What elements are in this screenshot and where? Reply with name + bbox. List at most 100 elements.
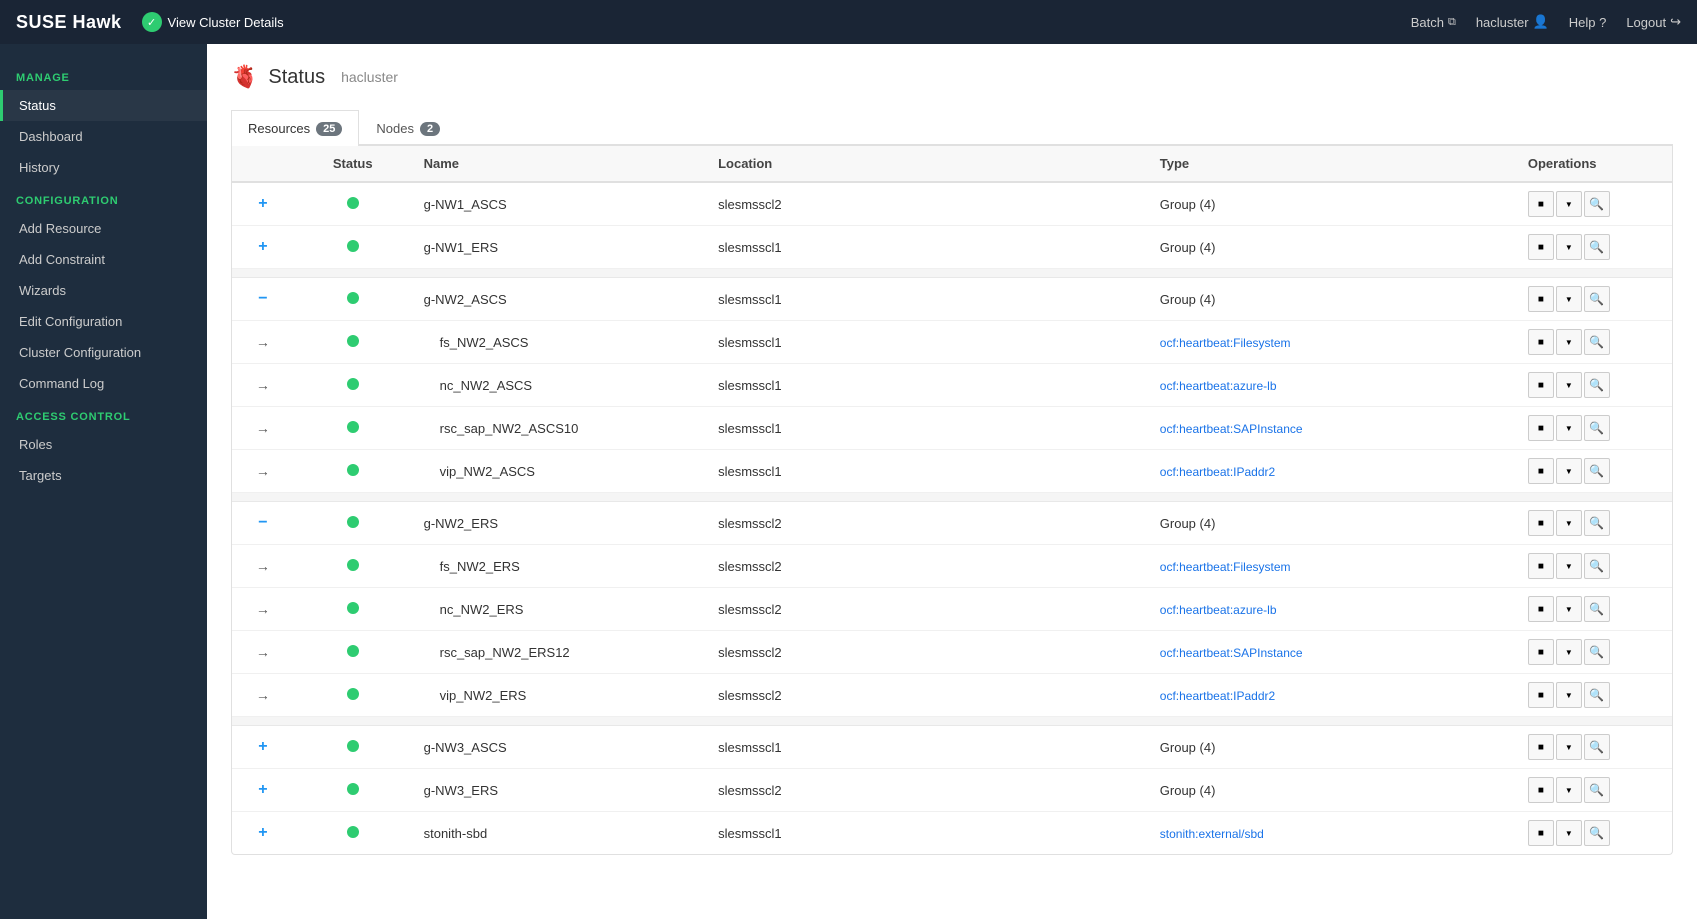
type-link[interactable]: ocf:heartbeat:SAPInstance xyxy=(1160,422,1303,436)
dropdown-button[interactable]: ▼ xyxy=(1556,777,1582,803)
row-type-cell[interactable]: ocf:heartbeat:SAPInstance xyxy=(1148,631,1516,674)
view-cluster-details[interactable]: ✓ View Cluster Details xyxy=(142,12,284,32)
batch-button[interactable]: Batch ⧉ xyxy=(1411,15,1456,30)
expand-btn-arrow[interactable]: → xyxy=(254,687,272,703)
dropdown-button[interactable]: ▼ xyxy=(1556,682,1582,708)
row-expand-cell[interactable]: + xyxy=(232,182,294,226)
detail-button[interactable]: 🔍 xyxy=(1584,682,1610,708)
tab-nodes[interactable]: Nodes 2 xyxy=(359,110,457,146)
row-expand-cell[interactable]: → xyxy=(232,588,294,631)
row-expand-cell[interactable]: → xyxy=(232,407,294,450)
dropdown-button[interactable]: ▼ xyxy=(1556,553,1582,579)
detail-button[interactable]: 🔍 xyxy=(1584,286,1610,312)
stop-button[interactable]: ■ xyxy=(1528,682,1554,708)
cluster-user-button[interactable]: hacluster 👤 xyxy=(1476,14,1549,30)
stop-button[interactable]: ■ xyxy=(1528,191,1554,217)
detail-button[interactable]: 🔍 xyxy=(1584,734,1610,760)
row-expand-cell[interactable]: + xyxy=(232,769,294,812)
type-link[interactable]: stonith:external/sbd xyxy=(1160,827,1264,841)
row-expand-cell[interactable]: → xyxy=(232,631,294,674)
type-link[interactable]: ocf:heartbeat:SAPInstance xyxy=(1160,646,1303,660)
stop-button[interactable]: ■ xyxy=(1528,510,1554,536)
row-expand-cell[interactable]: − xyxy=(232,278,294,321)
detail-button[interactable]: 🔍 xyxy=(1584,234,1610,260)
expand-btn-plus[interactable]: + xyxy=(254,195,272,213)
sidebar-item-dashboard[interactable]: Dashboard xyxy=(0,121,207,152)
stop-button[interactable]: ■ xyxy=(1528,596,1554,622)
detail-button[interactable]: 🔍 xyxy=(1584,372,1610,398)
help-button[interactable]: Help ? xyxy=(1569,15,1607,30)
stop-button[interactable]: ■ xyxy=(1528,329,1554,355)
stop-button[interactable]: ■ xyxy=(1528,639,1554,665)
expand-btn-arrow[interactable]: → xyxy=(254,463,272,479)
dropdown-button[interactable]: ▼ xyxy=(1556,191,1582,217)
stop-button[interactable]: ■ xyxy=(1528,820,1554,846)
detail-button[interactable]: 🔍 xyxy=(1584,191,1610,217)
row-type-cell[interactable]: ocf:heartbeat:IPaddr2 xyxy=(1148,450,1516,493)
stop-button[interactable]: ■ xyxy=(1528,734,1554,760)
row-expand-cell[interactable]: → xyxy=(232,321,294,364)
sidebar-item-roles[interactable]: Roles xyxy=(0,429,207,460)
expand-btn-plus[interactable]: + xyxy=(254,824,272,842)
row-type-cell[interactable]: ocf:heartbeat:azure-lb xyxy=(1148,588,1516,631)
expand-btn-plus[interactable]: + xyxy=(254,738,272,756)
sidebar-item-add-constraint[interactable]: Add Constraint xyxy=(0,244,207,275)
dropdown-button[interactable]: ▼ xyxy=(1556,820,1582,846)
row-expand-cell[interactable]: → xyxy=(232,674,294,717)
logout-button[interactable]: Logout ↪ xyxy=(1626,14,1681,30)
sidebar-item-status[interactable]: Status xyxy=(0,90,207,121)
row-expand-cell[interactable]: → xyxy=(232,545,294,588)
stop-button[interactable]: ■ xyxy=(1528,777,1554,803)
expand-btn-arrow[interactable]: → xyxy=(254,420,272,436)
dropdown-button[interactable]: ▼ xyxy=(1556,415,1582,441)
stop-button[interactable]: ■ xyxy=(1528,553,1554,579)
type-link[interactable]: ocf:heartbeat:Filesystem xyxy=(1160,560,1291,574)
dropdown-button[interactable]: ▼ xyxy=(1556,234,1582,260)
stop-button[interactable]: ■ xyxy=(1528,286,1554,312)
row-type-cell[interactable]: ocf:heartbeat:Filesystem xyxy=(1148,321,1516,364)
sidebar-item-command-log[interactable]: Command Log xyxy=(0,368,207,399)
row-expand-cell[interactable]: + xyxy=(232,726,294,769)
stop-button[interactable]: ■ xyxy=(1528,458,1554,484)
expand-btn-arrow[interactable]: → xyxy=(254,377,272,393)
detail-button[interactable]: 🔍 xyxy=(1584,510,1610,536)
row-expand-cell[interactable]: → xyxy=(232,450,294,493)
dropdown-button[interactable]: ▼ xyxy=(1556,596,1582,622)
row-expand-cell[interactable]: → xyxy=(232,364,294,407)
detail-button[interactable]: 🔍 xyxy=(1584,639,1610,665)
row-expand-cell[interactable]: + xyxy=(232,226,294,269)
dropdown-button[interactable]: ▼ xyxy=(1556,329,1582,355)
expand-btn-arrow[interactable]: → xyxy=(254,334,272,350)
expand-btn-minus[interactable]: − xyxy=(254,514,272,532)
expand-btn-arrow[interactable]: → xyxy=(254,601,272,617)
expand-btn-plus[interactable]: + xyxy=(254,781,272,799)
detail-button[interactable]: 🔍 xyxy=(1584,458,1610,484)
detail-button[interactable]: 🔍 xyxy=(1584,415,1610,441)
row-type-cell[interactable]: ocf:heartbeat:SAPInstance xyxy=(1148,407,1516,450)
row-type-cell[interactable]: ocf:heartbeat:azure-lb xyxy=(1148,364,1516,407)
row-expand-cell[interactable]: − xyxy=(232,502,294,545)
type-link[interactable]: ocf:heartbeat:IPaddr2 xyxy=(1160,465,1275,479)
sidebar-item-edit-configuration[interactable]: Edit Configuration xyxy=(0,306,207,337)
detail-button[interactable]: 🔍 xyxy=(1584,553,1610,579)
row-expand-cell[interactable]: + xyxy=(232,812,294,855)
stop-button[interactable]: ■ xyxy=(1528,415,1554,441)
stop-button[interactable]: ■ xyxy=(1528,372,1554,398)
sidebar-item-cluster-configuration[interactable]: Cluster Configuration xyxy=(0,337,207,368)
expand-btn-minus[interactable]: − xyxy=(254,290,272,308)
expand-btn-plus[interactable]: + xyxy=(254,238,272,256)
row-type-cell[interactable]: ocf:heartbeat:Filesystem xyxy=(1148,545,1516,588)
type-link[interactable]: ocf:heartbeat:azure-lb xyxy=(1160,603,1277,617)
row-type-cell[interactable]: ocf:heartbeat:IPaddr2 xyxy=(1148,674,1516,717)
type-link[interactable]: ocf:heartbeat:azure-lb xyxy=(1160,379,1277,393)
type-link[interactable]: ocf:heartbeat:Filesystem xyxy=(1160,336,1291,350)
stop-button[interactable]: ■ xyxy=(1528,234,1554,260)
detail-button[interactable]: 🔍 xyxy=(1584,820,1610,846)
dropdown-button[interactable]: ▼ xyxy=(1556,372,1582,398)
dropdown-button[interactable]: ▼ xyxy=(1556,458,1582,484)
dropdown-button[interactable]: ▼ xyxy=(1556,286,1582,312)
expand-btn-arrow[interactable]: → xyxy=(254,558,272,574)
sidebar-item-targets[interactable]: Targets xyxy=(0,460,207,491)
dropdown-button[interactable]: ▼ xyxy=(1556,639,1582,665)
tab-resources[interactable]: Resources 25 xyxy=(231,110,359,146)
